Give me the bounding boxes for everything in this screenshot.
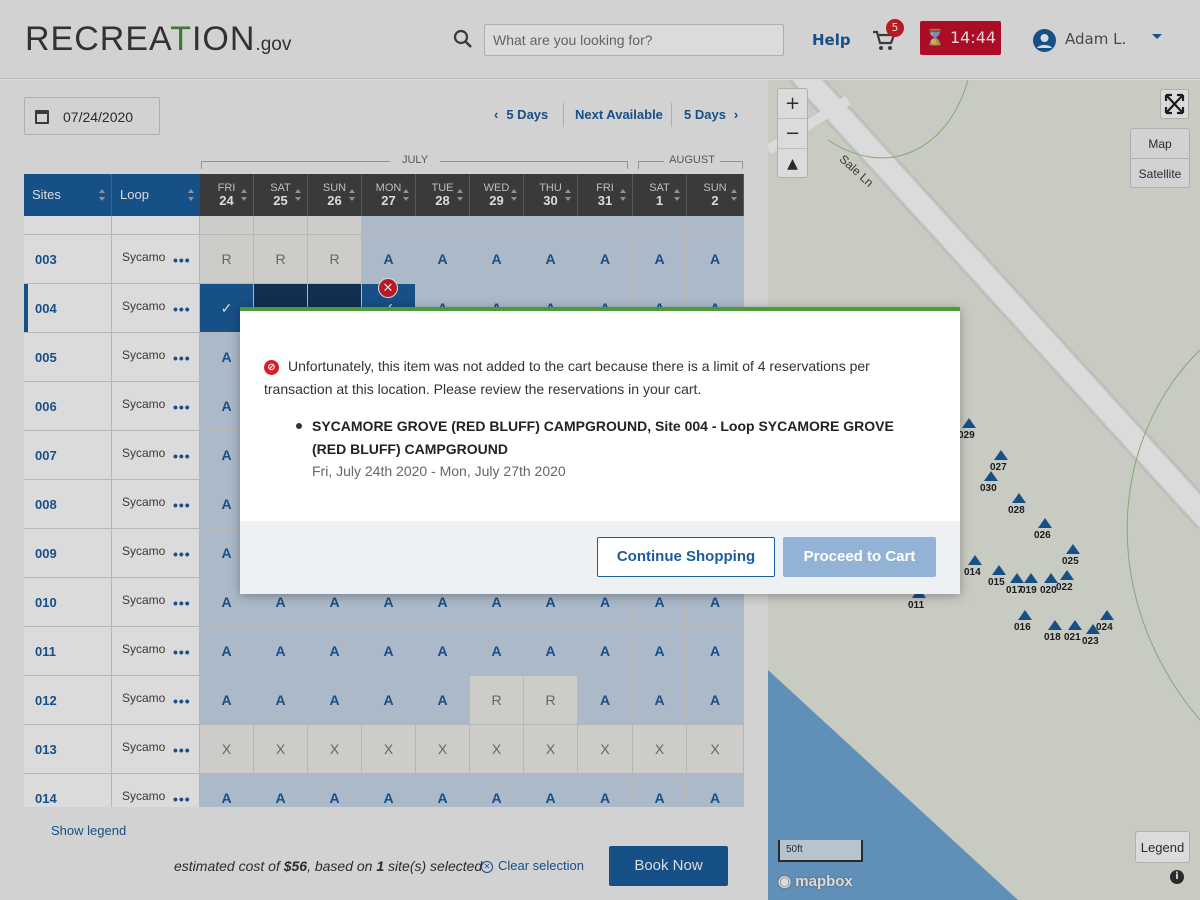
list-bullet — [296, 423, 302, 429]
reservation-item-title: SYCAMORE GROVE (RED BLUFF) CAMPGROUND, S… — [312, 418, 894, 457]
error-message: Unfortunately, this item was not added t… — [264, 358, 870, 397]
dialog-footer: Continue Shopping Proceed to Cart — [240, 521, 960, 594]
cart-limit-dialog: ⊘ Unfortunately, this item was not added… — [240, 307, 960, 594]
continue-shopping-button[interactable]: Continue Shopping — [597, 537, 775, 577]
proceed-to-cart-button[interactable]: Proceed to Cart — [783, 537, 936, 577]
reservation-item-dates: Fri, July 24th 2020 - Mon, July 27th 202… — [312, 463, 566, 479]
